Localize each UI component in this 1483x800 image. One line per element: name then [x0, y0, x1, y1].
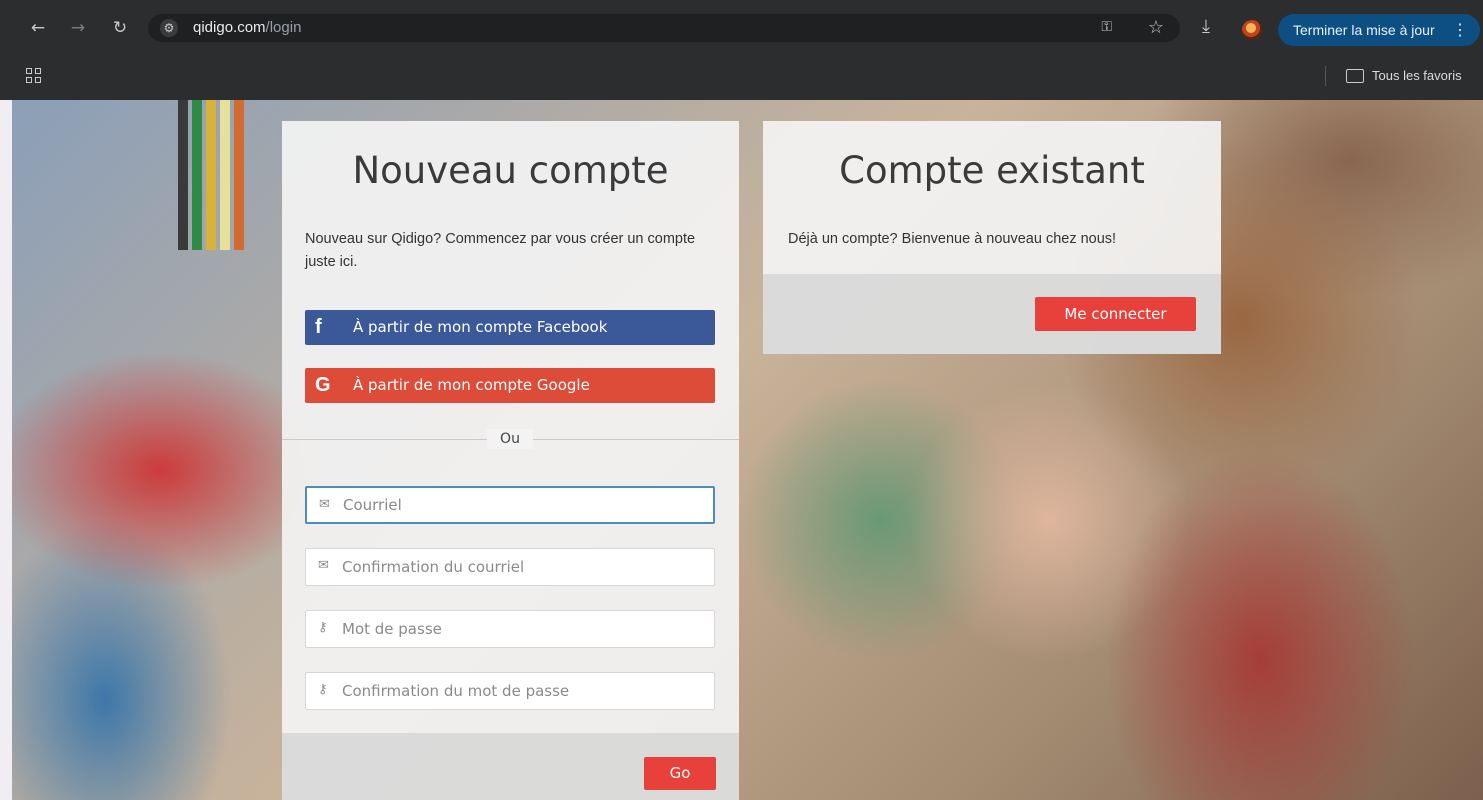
address-bar[interactable]: ⚙ qidigo.com/login ⚿ ☆	[148, 14, 1180, 42]
pencil-decoration	[206, 100, 216, 250]
pencil-decoration	[178, 100, 188, 250]
browser-chrome: ← → ↻ ⚙ qidigo.com/login ⚿ ☆ ⤓ Terminer …	[0, 0, 1483, 100]
password-field[interactable]: ⚷	[305, 610, 715, 648]
address-url[interactable]: qidigo.com/login	[193, 19, 301, 36]
go-button[interactable]: Go	[644, 757, 716, 790]
all-bookmarks-link[interactable]: Tous les favoris	[1372, 68, 1462, 83]
email-confirm-input[interactable]	[342, 549, 702, 585]
new-account-intro: Nouveau sur Qidigo? Commencez par vous c…	[305, 231, 696, 270]
email-confirm-field[interactable]: ✉	[305, 548, 715, 586]
pencil-decoration	[192, 100, 202, 250]
divider-or-label: Ou	[487, 429, 533, 449]
url-host: qidigo.com	[193, 19, 266, 36]
email-input[interactable]	[343, 488, 703, 522]
folder-icon[interactable]	[1346, 69, 1364, 83]
page-edge	[0, 100, 12, 800]
site-settings-icon[interactable]: ⚙	[160, 19, 178, 37]
email-field[interactable]: ✉	[305, 486, 715, 524]
password-confirm-field[interactable]: ⚷	[305, 672, 715, 710]
facebook-icon: f	[315, 316, 322, 338]
google-signup-label: À partir de mon compte Google	[353, 376, 590, 394]
update-button[interactable]: Terminer la mise à jour ⋮	[1278, 14, 1480, 46]
bookmark-star-icon[interactable]: ☆	[1148, 17, 1164, 38]
browser-toolbar: ← → ↻ ⚙ qidigo.com/login ⚿ ☆ ⤓ Terminer …	[0, 0, 1483, 56]
pencil-decoration	[234, 100, 244, 250]
forward-icon[interactable]: →	[68, 18, 88, 38]
apps-icon[interactable]	[26, 68, 42, 84]
login-page: Nouveau compte Nouveau sur Qidigo? Comme…	[0, 100, 1483, 800]
facebook-signup-label: À partir de mon compte Facebook	[353, 318, 608, 336]
download-icon[interactable]: ⤓	[1202, 16, 1210, 37]
new-account-title: Nouveau compte	[352, 149, 669, 192]
password-confirm-input[interactable]	[342, 673, 702, 709]
back-icon[interactable]: ←	[28, 18, 48, 38]
new-account-footer: Go	[282, 733, 739, 800]
url-path: /login	[265, 19, 302, 36]
existing-account-title: Compte existant	[839, 149, 1145, 192]
menu-icon[interactable]: ⋮	[1452, 20, 1468, 40]
envelope-icon: ✉	[318, 558, 329, 573]
password-input[interactable]	[342, 611, 702, 647]
bookmarks-bar: Tous les favoris	[0, 56, 1483, 100]
bookmarks-separator	[1325, 66, 1326, 86]
key-icon: ⚷	[318, 620, 328, 635]
existing-account-card: Compte existant Déjà un compte? Bienvenu…	[763, 121, 1221, 354]
google-signup-button[interactable]: G À partir de mon compte Google	[305, 368, 715, 403]
google-icon: G	[315, 374, 331, 396]
key-icon: ⚷	[318, 682, 328, 697]
new-account-card: Nouveau compte Nouveau sur Qidigo? Comme…	[282, 121, 739, 800]
facebook-signup-button[interactable]: f À partir de mon compte Facebook	[305, 310, 715, 345]
existing-account-intro: Déjà un compte? Bienvenue à nouveau chez…	[788, 231, 1117, 247]
update-button-label: Terminer la mise à jour	[1293, 22, 1435, 38]
pencil-decoration	[220, 100, 230, 250]
profile-avatar[interactable]	[1242, 20, 1262, 40]
login-button[interactable]: Me connecter	[1035, 297, 1196, 331]
existing-account-footer: Me connecter	[763, 274, 1221, 354]
password-key-icon[interactable]: ⚿	[1101, 19, 1112, 35]
envelope-icon: ✉	[319, 497, 330, 512]
reload-icon[interactable]: ↻	[110, 18, 130, 38]
